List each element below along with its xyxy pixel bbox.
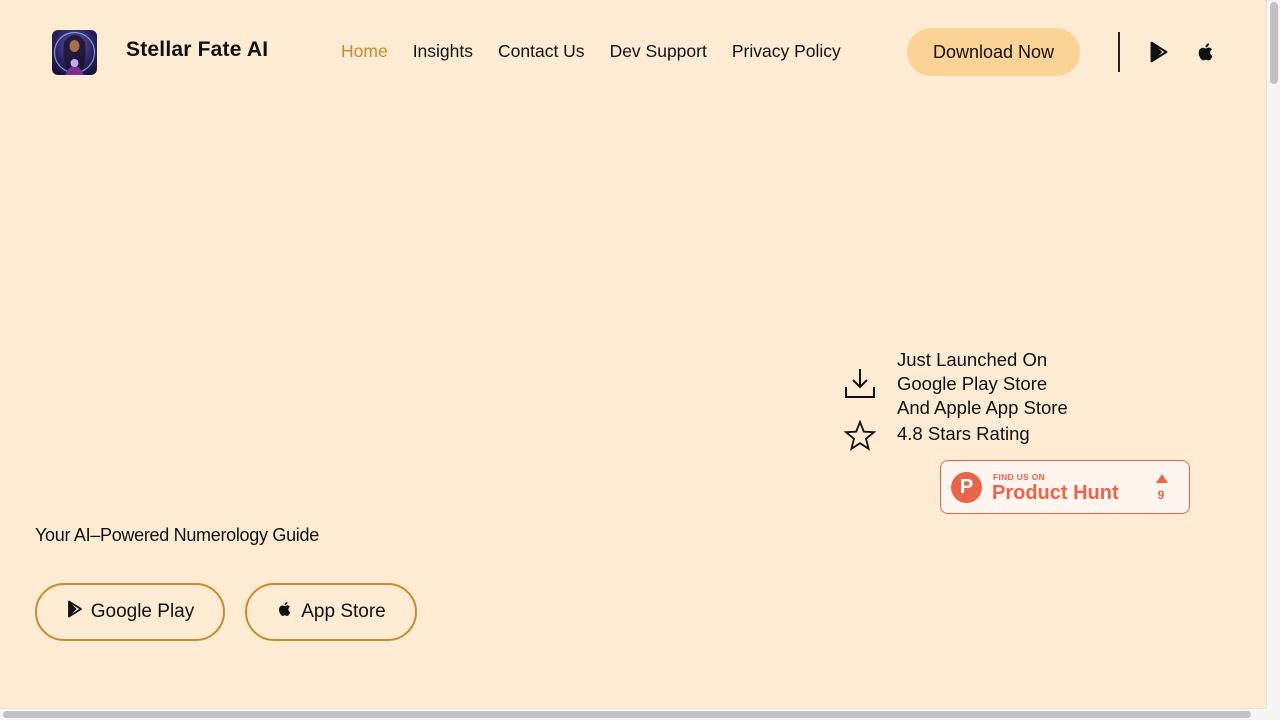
vertical-scrollbar-thumb[interactable] — [1270, 2, 1278, 84]
product-hunt-title: Product Hunt — [992, 482, 1119, 504]
product-hunt-logo-icon: P — [951, 472, 982, 503]
launch-line: Just Launched On — [897, 349, 1048, 370]
scrollbar-corner — [1266, 708, 1280, 720]
hero-tagline: Your AI–Powered Numerology Guide — [35, 525, 319, 545]
fortune-teller-avatar-icon — [53, 31, 96, 75]
app-store-button[interactable]: App Store — [245, 583, 417, 641]
google-play-label: Google Play — [90, 601, 195, 622]
nav-insights[interactable]: Insights — [413, 41, 473, 62]
nav-home[interactable]: Home — [341, 41, 388, 62]
google-play-icon — [67, 600, 82, 618]
upvote-count: 9 — [1157, 488, 1165, 502]
horizontal-scrollbar-thumb[interactable] — [3, 711, 1251, 718]
vertical-scrollbar[interactable] — [1266, 0, 1280, 708]
page: Stellar Fate AI Home Insights Contact Us… — [0, 0, 1266, 708]
apple-icon — [279, 601, 291, 616]
download-now-button[interactable]: Download Now — [907, 28, 1080, 76]
app-store-label: App Store — [301, 601, 386, 622]
brand-name[interactable]: Stellar Fate AI — [126, 38, 268, 62]
upvote-arrow-icon — [1156, 474, 1168, 483]
launch-line: And Apple App Store — [897, 397, 1068, 418]
product-hunt-badge[interactable]: P FIND US ON Product Hunt 9 — [940, 460, 1190, 514]
download-icon — [845, 369, 875, 398]
apple-icon[interactable] — [1195, 41, 1217, 63]
main-nav: Home Insights Contact Us Dev Support Pri… — [341, 41, 866, 62]
launch-line: Google Play Store — [897, 373, 1048, 394]
rating-text: 4.8 Stars Rating — [897, 423, 1030, 444]
star-icon — [843, 419, 877, 451]
app-logo[interactable] — [52, 30, 97, 75]
launch-announcement: Just Launched On Google Play Store And A… — [897, 348, 1117, 420]
nav-dev-support[interactable]: Dev Support — [610, 41, 707, 62]
google-play-icon[interactable] — [1148, 41, 1170, 63]
google-play-button[interactable]: Google Play — [35, 583, 225, 641]
product-hunt-caption: FIND US ON — [993, 472, 1046, 482]
header-divider — [1118, 32, 1120, 72]
nav-contact-us[interactable]: Contact Us — [498, 41, 585, 62]
nav-privacy-policy[interactable]: Privacy Policy — [732, 41, 841, 62]
horizontal-scrollbar[interactable] — [0, 708, 1266, 720]
